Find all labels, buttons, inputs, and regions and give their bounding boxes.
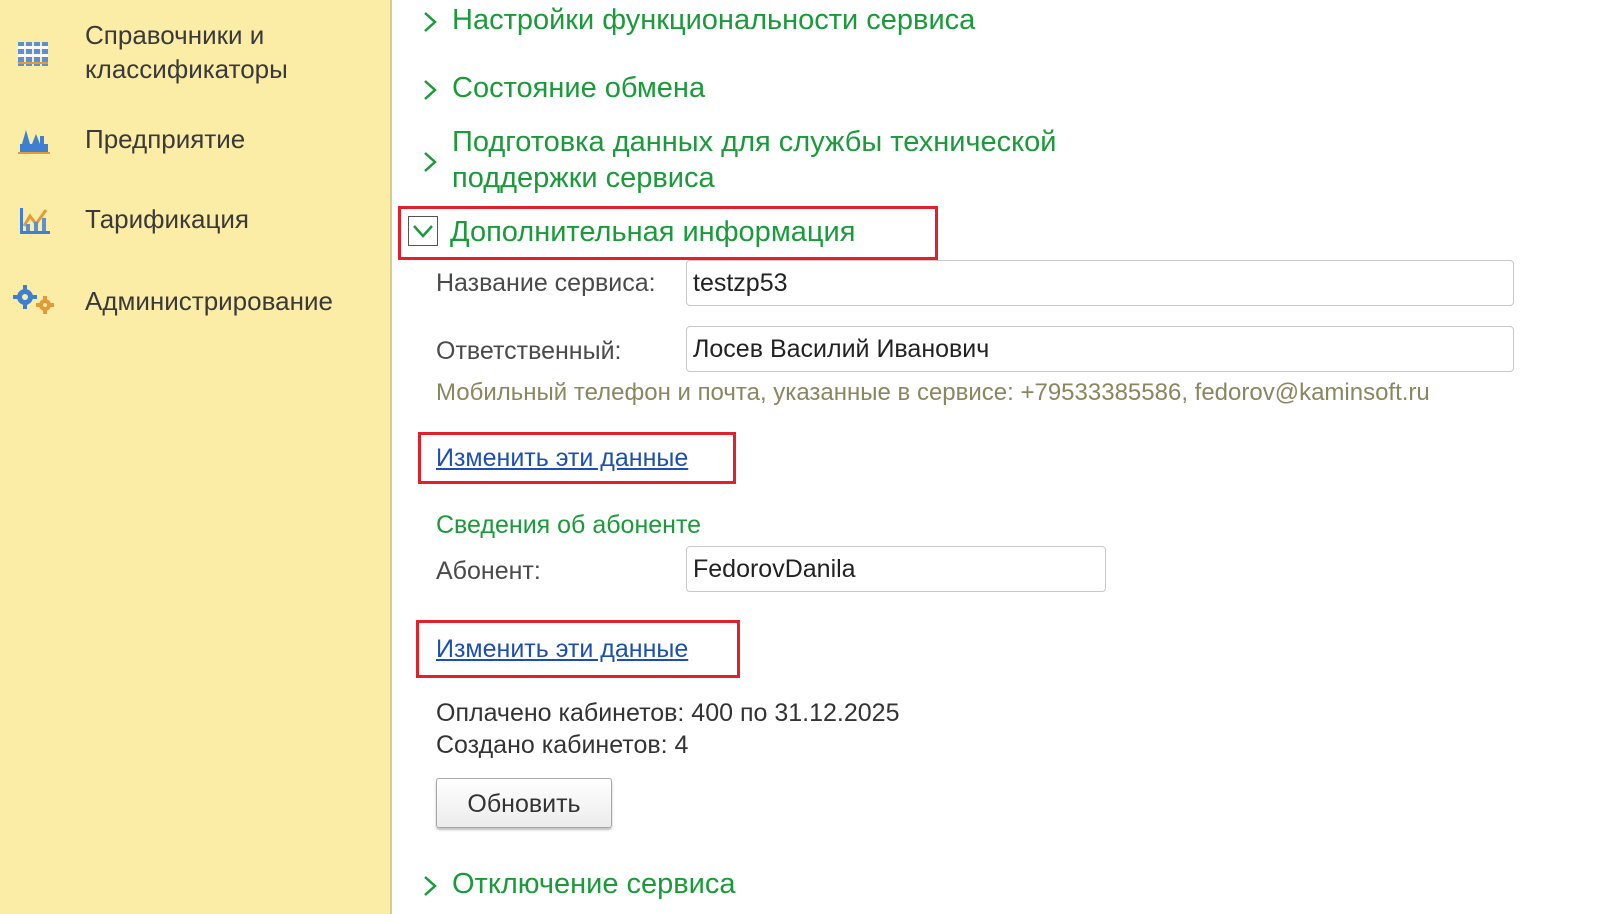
section-title: Дополнительная информация xyxy=(450,216,856,248)
main-content: Настройки функциональности сервиса Состо… xyxy=(392,0,1616,914)
sidebar-item-tariffs[interactable]: Тарификация xyxy=(0,202,390,242)
contact-hint: Мобильный телефон и почта, указанные в с… xyxy=(436,379,1430,406)
section-additional-info[interactable]: Дополнительная информация xyxy=(408,212,922,254)
factory-icon xyxy=(18,130,50,154)
section-title: Подготовка данных для службы технической… xyxy=(452,126,1057,194)
gears-icon xyxy=(13,285,54,314)
chevron-right-icon xyxy=(424,80,437,100)
service-name-field[interactable]: testzp53 xyxy=(686,260,1514,306)
refresh-button[interactable]: Обновить xyxy=(436,778,612,828)
change-subscriber-link[interactable]: Изменить эти данные xyxy=(436,634,688,664)
chevron-right-icon xyxy=(424,152,437,172)
chevron-down-icon xyxy=(413,225,433,238)
subscriber-header: Сведения об абоненте xyxy=(436,511,702,539)
sidebar-item-label: Предприятие xyxy=(85,124,246,154)
chevron-right-icon xyxy=(424,876,437,896)
created-cabinets-text: Создано кабинетов: 4 xyxy=(436,731,689,759)
collapse-toggle[interactable] xyxy=(408,216,438,246)
sidebar-item-administration[interactable]: Администрирование xyxy=(0,284,390,324)
subscriber-field[interactable]: FedorovDanila xyxy=(686,546,1106,592)
sidebar-item-directories[interactable]: Справочники и классификаторы xyxy=(0,14,390,94)
section-title: Отключение сервиса xyxy=(452,868,736,900)
chevron-right-icon xyxy=(424,12,437,32)
sidebar-item-enterprise[interactable]: Предприятие xyxy=(0,122,390,162)
section-functionality-settings[interactable]: Настройки функциональности сервиса xyxy=(422,2,1222,42)
paid-cabinets-text: Оплачено кабинетов: 400 по 31.12.2025 xyxy=(436,699,900,727)
sidebar-item-label: Администрирование xyxy=(85,286,333,316)
section-disable-service[interactable]: Отключение сервиса xyxy=(422,866,922,906)
service-name-label: Название сервиса: xyxy=(436,269,656,297)
responsible-label: Ответственный: xyxy=(436,337,622,365)
chart-icon xyxy=(20,208,50,234)
section-support-data[interactable]: Подготовка данных для службы технической… xyxy=(422,124,1142,198)
subscriber-label: Абонент: xyxy=(436,557,541,585)
sidebar: Справочники и классификаторы Предприятие… xyxy=(0,0,392,914)
sidebar-item-label: Тарификация xyxy=(85,204,249,234)
section-title: Состояние обмена xyxy=(452,72,706,104)
directories-icon xyxy=(18,42,48,66)
responsible-field[interactable]: Лосев Василий Иванович xyxy=(686,326,1514,372)
section-title: Настройки функциональности сервиса xyxy=(452,4,976,36)
change-responsible-link[interactable]: Изменить эти данные xyxy=(436,443,688,473)
sidebar-item-label: Справочники и классификаторы xyxy=(85,20,288,84)
section-exchange-state[interactable]: Состояние обмена xyxy=(422,70,1222,110)
